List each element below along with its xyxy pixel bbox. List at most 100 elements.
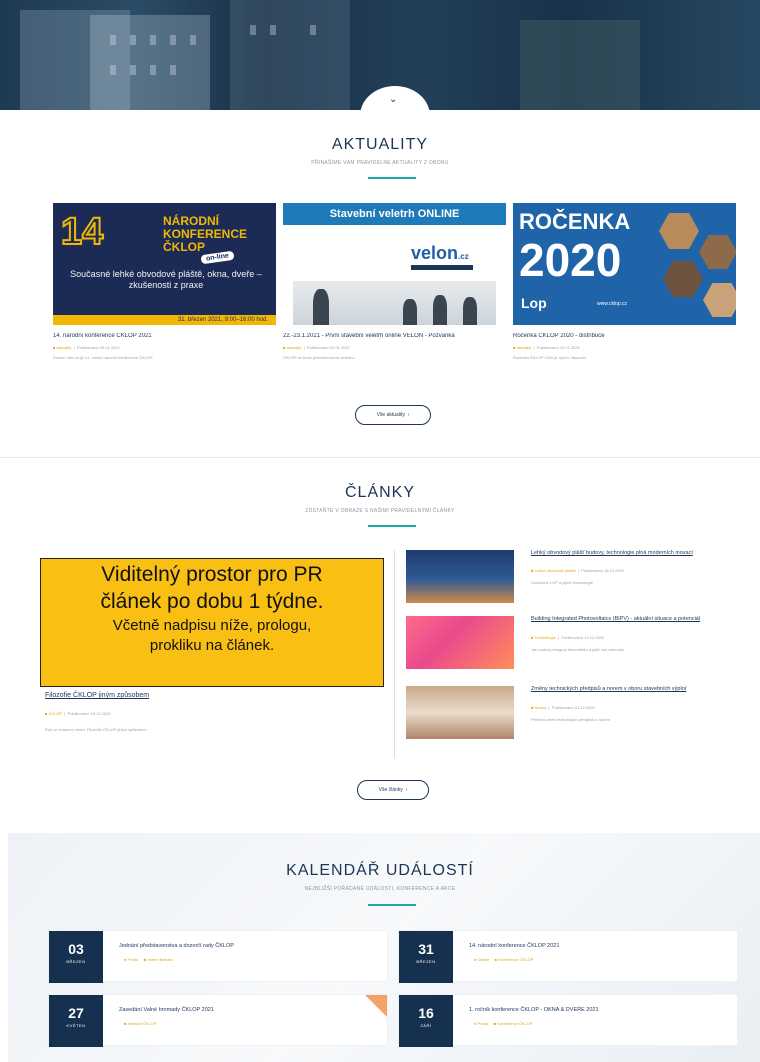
news-card[interactable]: Stavební veletrh ONLINE velon.cz 22.-23.… xyxy=(283,203,506,360)
event-meta: ● Online ■ Konference ČKLOP xyxy=(474,957,533,962)
article-title[interactable]: Změny technických předpisů a norem v obo… xyxy=(531,686,741,693)
news-card-date: Publikováno 20.01.2021 xyxy=(306,345,350,350)
article-meta: ■ Technologie | Publikováno 10.12.2020 xyxy=(531,635,605,640)
article-excerpt: Současné LOP a jejich technologie xyxy=(531,580,593,585)
event-card[interactable]: 27 KVĚTEN Zasedání Valné hromady ČKLOP 2… xyxy=(48,994,388,1047)
event-day: 31 xyxy=(418,941,434,957)
event-title[interactable]: Zasedání Valné hromady ČKLOP 2021 xyxy=(119,1007,214,1013)
event-month: KVĚTEN xyxy=(66,1023,86,1028)
event-month: BŘEZEN xyxy=(416,959,436,964)
article-excerpt: Jak budovy integrují fotovoltaiku a jaké… xyxy=(531,647,624,652)
event-type[interactable]: Interní jednání xyxy=(147,957,173,962)
lop-logo: Lop xyxy=(521,295,547,311)
folder-icon: ■ xyxy=(531,705,534,710)
all-news-button[interactable]: Vše aktuality › xyxy=(355,405,431,425)
location-pin-icon: ● xyxy=(124,957,127,962)
main-article-meta: ■ ČKLOP | Publikováno 18.12.2020 xyxy=(45,711,111,716)
event-title[interactable]: Jednání představenstva a dozorčí rady ČK… xyxy=(119,943,234,949)
article-category[interactable]: Lehké obvodové pláště xyxy=(535,568,576,573)
event-meta: ● Praha ■ Interní jednání xyxy=(124,957,173,962)
news-card-image[interactable]: ROČENKA 2020 Lop www.cklop.cz xyxy=(513,203,736,325)
main-article-title[interactable]: Filozofie ČKLOP jiným způsobem xyxy=(45,692,149,699)
news-card[interactable]: ROČENKA 2020 Lop www.cklop.cz Ročenka ČK… xyxy=(513,203,736,360)
all-articles-button[interactable]: Vše články › xyxy=(357,780,429,800)
event-type[interactable]: Konference ČKLOP xyxy=(498,957,533,962)
event-date-box: 27 KVĚTEN xyxy=(49,995,103,1047)
event-date-box: 16 ZÁŘÍ xyxy=(399,995,453,1047)
hero-banner: ⌄ xyxy=(0,0,760,110)
calendar-section-title: KALENDÁŘ UDÁLOSTÍ xyxy=(286,862,474,879)
news-card-title[interactable]: 22.-23.1.2021 - První stavební veletrh o… xyxy=(283,333,506,339)
event-meta: ● Praha ■ Konference ČKLOP xyxy=(474,1021,532,1026)
article-thumbnail[interactable] xyxy=(406,686,514,739)
velon-logo-text: velon xyxy=(411,243,459,263)
event-type[interactable]: Konference ČKLOP xyxy=(497,1021,532,1026)
news-section-subtitle: PŘINÁŠÍME VÁM PRAVIDELNÉ AKTUALITY Z OBO… xyxy=(311,160,449,166)
news-card-category[interactable]: Aktuality xyxy=(286,345,301,350)
news-title-underline xyxy=(368,177,416,179)
pr-line-1: Viditelný prostor pro PR xyxy=(101,563,323,586)
news-card-image[interactable]: Stavební veletrh ONLINE velon.cz xyxy=(283,203,506,325)
article-list-item[interactable]: Lehký obvodový plášť budovy, technologie… xyxy=(406,550,741,606)
event-type[interactable]: Jednání ČKLOP xyxy=(128,1021,157,1026)
event-card[interactable]: 16 ZÁŘÍ 1. ročník konference ČKLOP - OKN… xyxy=(398,994,738,1047)
event-title[interactable]: 14. národní konference ČKLOP 2021 xyxy=(469,943,559,949)
article-thumbnail[interactable] xyxy=(406,616,514,669)
news-card-title[interactable]: Ročenka ČKLOP 2020 - distribuce xyxy=(513,333,736,339)
news-card-title[interactable]: 14. národní konference ČKLOP 2021 xyxy=(53,333,276,339)
news-card-image[interactable]: 14 NÁRODNÍ KONFERENCE ČKLOP on-line Souč… xyxy=(53,203,276,325)
location-pin-icon: ● xyxy=(474,1021,477,1026)
chevron-down-icon[interactable]: ⌄ xyxy=(389,94,397,105)
article-title[interactable]: Building Integrated Photovoltaics (BIPV)… xyxy=(531,616,741,623)
pr-placeholder-box[interactable]: Viditelný prostor pro PR článek po dobu … xyxy=(40,558,384,687)
article-category[interactable]: Technologie xyxy=(534,635,555,640)
section-divider xyxy=(0,457,760,458)
yearbook-url: www.cklop.cz xyxy=(597,301,628,307)
event-meta: ■ Jednání ČKLOP xyxy=(124,1021,156,1026)
articles-section-title: ČLÁNKY xyxy=(344,484,416,501)
event-day: 03 xyxy=(68,941,84,957)
yearbook-title: ROČENKA xyxy=(519,209,631,234)
article-title[interactable]: Lehký obvodový plášť budovy, technologie… xyxy=(531,550,741,557)
conference-date: 31. březen 2021, 9:00–16:00 hod. xyxy=(53,315,276,325)
event-month: ZÁŘÍ xyxy=(420,1023,432,1028)
main-article-excerpt: Rok ve znamení změn. Filozofie ČKLOP jin… xyxy=(45,727,147,732)
folder-icon: ■ xyxy=(45,711,48,716)
articles-section-subtitle: ZŮSTAŇTE V OBRAZE S NAŠIMI PRAVIDELNÝMI … xyxy=(305,508,455,514)
article-meta: ■ Normy | Publikováno 01.12.2020 xyxy=(531,705,595,710)
article-list-item[interactable]: Změny technických předpisů a norem v obo… xyxy=(406,686,741,742)
articles-vertical-divider xyxy=(394,550,395,758)
article-meta: ■ Lehké obvodové pláště | Publikováno 18… xyxy=(531,568,625,573)
news-section-title: AKTUALITY xyxy=(331,136,429,153)
event-title[interactable]: 1. ročník konference ČKLOP - OKNA & DVEŘ… xyxy=(469,1007,599,1013)
all-articles-button-label: Vše články xyxy=(378,787,403,793)
article-list-item[interactable]: Building Integrated Photovoltaics (BIPV)… xyxy=(406,616,741,672)
article-thumbnail[interactable] xyxy=(406,550,514,603)
calendar-title-underline xyxy=(368,904,416,906)
main-article-date: Publikováno 18.12.2020 xyxy=(67,711,111,716)
velon-logo: velon.cz xyxy=(411,243,469,264)
news-card-category[interactable]: Aktuality xyxy=(516,345,531,350)
news-card[interactable]: 14 NÁRODNÍ KONFERENCE ČKLOP on-line Souč… xyxy=(53,203,276,360)
event-place: Praha xyxy=(127,957,139,962)
folder-icon: ■ xyxy=(124,1021,127,1026)
pr-line-4: prokliku na článek. xyxy=(149,637,275,654)
event-date-box: 31 BŘEZEN xyxy=(399,931,453,983)
event-place: Praha xyxy=(477,1021,489,1026)
calendar-section-subtitle: NEJBLIŽŠÍ POŘÁDANÉ UDÁLOSTI, KONFERENCE … xyxy=(304,886,456,892)
article-excerpt: Přehled změn technických předpisů a nore… xyxy=(531,717,610,722)
event-day: 16 xyxy=(418,1005,434,1021)
event-card[interactable]: 31 BŘEZEN 14. národní konference ČKLOP 2… xyxy=(398,930,738,983)
news-card-category[interactable]: Aktuality xyxy=(56,345,71,350)
arrow-right-icon: › xyxy=(406,412,410,418)
event-day: 27 xyxy=(68,1005,84,1021)
conference-subtitle: Současné lehké obvodové pláště, okna, dv… xyxy=(70,269,262,290)
news-card-meta: ■ Aktuality | Publikováno 20.01.2021 xyxy=(283,345,350,350)
main-article-category[interactable]: ČKLOP xyxy=(49,711,63,716)
article-category[interactable]: Normy xyxy=(535,705,547,710)
event-date-box: 03 BŘEZEN xyxy=(49,931,103,983)
article-date: Publikováno 01.12.2020 xyxy=(551,705,595,710)
event-place: Online xyxy=(477,957,490,962)
arrow-right-icon: › xyxy=(404,787,408,793)
event-card[interactable]: 03 BŘEZEN Jednání představenstva a dozor… xyxy=(48,930,388,983)
